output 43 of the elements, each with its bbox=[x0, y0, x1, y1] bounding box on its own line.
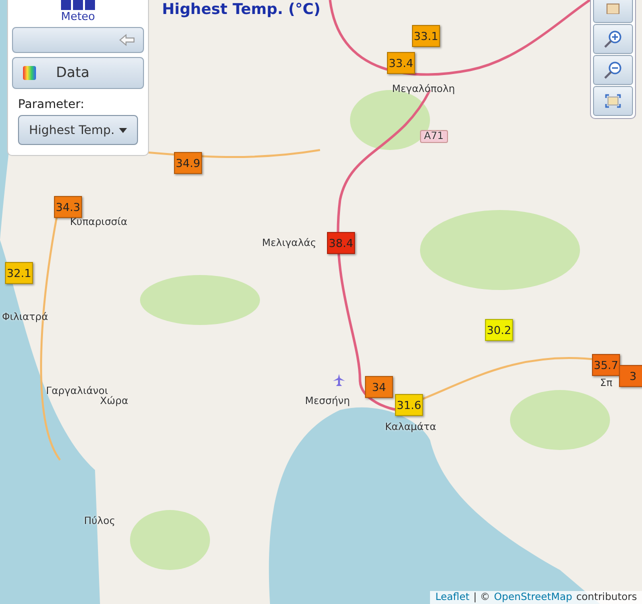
home-button[interactable] bbox=[593, 0, 633, 23]
place-label: Καλαμάτα bbox=[385, 422, 436, 433]
full-extent-icon bbox=[605, 94, 621, 108]
zoom-in-button[interactable] bbox=[593, 24, 633, 54]
place-label: Σπ bbox=[600, 378, 612, 389]
map-title: Highest Temp. (°C) bbox=[162, 0, 321, 18]
temperature-marker[interactable]: 35.7 bbox=[592, 354, 620, 376]
place-label: Μελιγαλάς bbox=[262, 238, 316, 249]
temperature-marker[interactable]: 32.1 bbox=[5, 262, 33, 284]
place-label: Χώρα bbox=[100, 396, 128, 407]
airplane-icon bbox=[333, 374, 345, 386]
temperature-marker[interactable]: 33.4 bbox=[387, 52, 415, 74]
logo-icon bbox=[61, 0, 95, 10]
openstreetmap-link[interactable]: OpenStreetMap bbox=[494, 592, 572, 603]
data-button[interactable]: Data bbox=[12, 57, 144, 89]
place-label: Μεγαλόπολη bbox=[392, 84, 455, 95]
attribution-text: contributors bbox=[576, 592, 637, 603]
zoom-out-button[interactable] bbox=[593, 55, 633, 85]
temperature-marker[interactable]: 31.6 bbox=[395, 394, 423, 416]
collapse-bar[interactable] bbox=[12, 27, 144, 53]
place-label: Μεσσήνη bbox=[305, 396, 350, 407]
parameter-dropdown[interactable]: Highest Temp. bbox=[18, 115, 138, 145]
color-spectrum-icon bbox=[23, 66, 36, 80]
left-arrow-icon bbox=[119, 34, 135, 46]
temperature-marker[interactable]: 34 bbox=[365, 376, 393, 398]
temperature-marker[interactable]: 34.9 bbox=[174, 152, 202, 174]
place-label: Πύλος bbox=[84, 516, 116, 527]
temperature-marker[interactable]: 3 bbox=[619, 365, 642, 387]
zoom-out-icon bbox=[604, 61, 622, 79]
attribution-separator: | © bbox=[473, 592, 490, 603]
zoom-in-icon bbox=[604, 30, 622, 48]
road-label: A71 bbox=[420, 130, 448, 143]
temperature-marker[interactable]: 30.2 bbox=[485, 319, 513, 341]
parameter-label: Parameter: bbox=[18, 97, 86, 111]
caret-icon bbox=[119, 128, 127, 132]
full-extent-button[interactable] bbox=[593, 86, 633, 116]
temperature-marker[interactable]: 33.1 bbox=[412, 25, 440, 47]
temperature-marker[interactable]: 38.4 bbox=[327, 232, 355, 254]
temperature-marker[interactable]: 34.3 bbox=[54, 196, 82, 218]
place-label: Κυπαρισσία bbox=[70, 217, 128, 228]
place-label: Γαργαλιάνοι bbox=[46, 386, 108, 397]
leaflet-link[interactable]: Leaflet bbox=[435, 592, 470, 603]
logo-text: Meteo bbox=[60, 10, 96, 23]
